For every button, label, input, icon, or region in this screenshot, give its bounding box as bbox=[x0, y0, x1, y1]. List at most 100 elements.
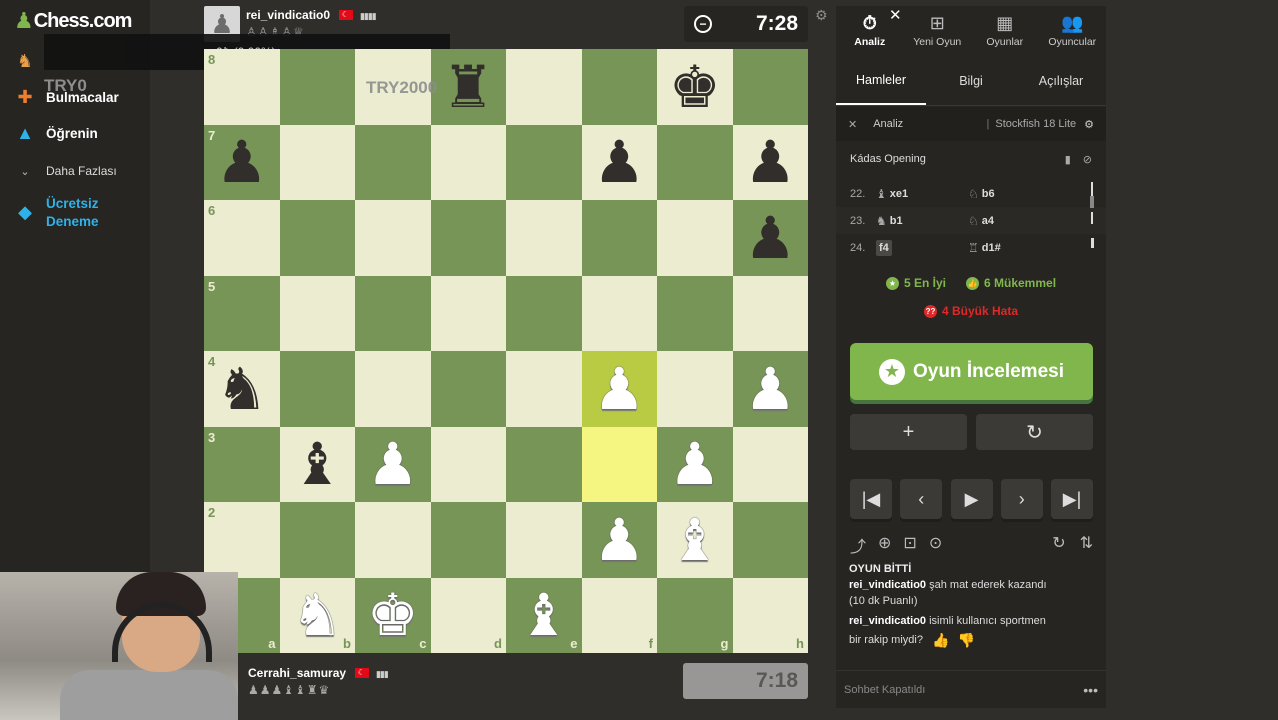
square-c4[interactable] bbox=[355, 351, 431, 427]
square-c1[interactable]: c ♚ bbox=[355, 577, 431, 653]
sidebar-item-more[interactable]: ⌄ Daha Fazlası bbox=[14, 160, 116, 182]
square-f4[interactable]: ♟ bbox=[581, 351, 657, 427]
black-move[interactable]: ♖ d1# bbox=[968, 241, 1060, 255]
black-rook-piece[interactable]: ♜ bbox=[442, 58, 494, 116]
black-bishop-piece[interactable]: ♝ bbox=[291, 435, 343, 493]
square-g1[interactable]: g bbox=[657, 577, 733, 653]
asked-player-name[interactable]: rei_vindicatio0 bbox=[849, 615, 926, 627]
zoom-icon[interactable]: ⊙ bbox=[929, 533, 942, 557]
square-d1[interactable]: d bbox=[430, 577, 506, 653]
square-c3[interactable]: ♟ bbox=[355, 426, 431, 502]
tab-moves[interactable]: Hamleler bbox=[836, 56, 926, 105]
square-f1[interactable]: f bbox=[581, 577, 657, 653]
square-e5[interactable] bbox=[506, 275, 582, 351]
square-a4[interactable]: 4 ♞ bbox=[204, 351, 280, 427]
square-e3[interactable] bbox=[506, 426, 582, 502]
square-e2[interactable] bbox=[506, 502, 582, 578]
square-e1[interactable]: e ♝ bbox=[506, 577, 582, 653]
winner-name[interactable]: rei_vindicatio0 bbox=[849, 579, 926, 591]
chess-board[interactable]: 8♜♚7♟♟♟6♟54♞♟♟3♝♟♟2♟♝1ab♞c♚de♝fgh bbox=[204, 49, 808, 653]
square-d5[interactable] bbox=[430, 275, 506, 351]
flip-board-icon[interactable]: ⇅ bbox=[1080, 533, 1093, 557]
game-review-button[interactable]: ★ Oyun İncelemesi bbox=[850, 343, 1093, 400]
square-a6[interactable]: 6 bbox=[204, 200, 280, 276]
white-pawn-piece[interactable]: ♟ bbox=[593, 511, 645, 569]
square-b2[interactable] bbox=[279, 502, 355, 578]
square-h3[interactable] bbox=[732, 426, 808, 502]
tab-games[interactable]: ▦ Oyunlar bbox=[971, 6, 1039, 56]
white-bishop-piece[interactable]: ♝ bbox=[669, 511, 721, 569]
white-pawn-piece[interactable]: ♟ bbox=[593, 360, 645, 418]
square-h1[interactable]: h bbox=[732, 577, 808, 653]
square-d7[interactable] bbox=[430, 124, 506, 200]
square-b1[interactable]: b ♞ bbox=[279, 577, 355, 653]
square-e7[interactable] bbox=[506, 124, 582, 200]
close-icon[interactable]: ✕ bbox=[889, 6, 902, 24]
white-bishop-piece[interactable]: ♝ bbox=[518, 586, 570, 644]
square-g8[interactable]: ♚ bbox=[657, 49, 733, 125]
thumbs-up-icon[interactable]: 👍 bbox=[932, 630, 949, 650]
black-move[interactable]: ♘ b6 bbox=[968, 187, 1060, 201]
square-h4[interactable]: ♟ bbox=[732, 351, 808, 427]
move-list-scrollbar[interactable] bbox=[1090, 182, 1094, 254]
previous-move-button[interactable]: ‹ bbox=[900, 479, 943, 519]
square-f6[interactable] bbox=[581, 200, 657, 276]
square-a8[interactable]: 8 bbox=[204, 49, 280, 125]
square-d2[interactable] bbox=[430, 502, 506, 578]
last-move-button[interactable]: ▶| bbox=[1051, 479, 1093, 519]
play-button[interactable]: ▶ bbox=[950, 479, 993, 519]
engine-name[interactable]: Stockfish 18 Lite bbox=[995, 118, 1076, 130]
square-h7[interactable]: ♟ bbox=[732, 124, 808, 200]
add-variation-button[interactable]: + bbox=[850, 414, 967, 450]
black-pawn-piece[interactable]: ♟ bbox=[593, 133, 645, 191]
tab-players[interactable]: 👥 Oyuncular bbox=[1039, 6, 1107, 56]
white-pawn-piece[interactable]: ♟ bbox=[744, 360, 796, 418]
engine-close-icon[interactable]: ✕ bbox=[848, 118, 857, 131]
retry-button[interactable]: ↻ bbox=[976, 414, 1093, 450]
board-settings-gear-icon[interactable]: ⚙ bbox=[815, 7, 828, 24]
explore-icon[interactable]: ⊘ bbox=[1083, 153, 1092, 166]
square-f7[interactable]: ♟ bbox=[581, 124, 657, 200]
screenshot-icon[interactable]: ⊡ bbox=[903, 533, 916, 557]
square-c5[interactable] bbox=[355, 275, 431, 351]
square-g7[interactable] bbox=[657, 124, 733, 200]
tab-new-game[interactable]: ⊞ Yeni Oyun bbox=[904, 6, 972, 56]
square-h6[interactable]: ♟ bbox=[732, 200, 808, 276]
square-b7[interactable] bbox=[279, 124, 355, 200]
square-f8[interactable] bbox=[581, 49, 657, 125]
square-c2[interactable] bbox=[355, 502, 431, 578]
square-f5[interactable] bbox=[581, 275, 657, 351]
more-options-icon[interactable]: ••• bbox=[1083, 682, 1098, 698]
first-move-button[interactable]: |◀ bbox=[850, 479, 892, 519]
square-b4[interactable] bbox=[279, 351, 355, 427]
square-a2[interactable]: 2 bbox=[204, 502, 280, 578]
square-g5[interactable] bbox=[657, 275, 733, 351]
square-g6[interactable] bbox=[657, 200, 733, 276]
white-king-piece[interactable]: ♚ bbox=[367, 586, 419, 644]
square-d6[interactable] bbox=[430, 200, 506, 276]
black-pawn-piece[interactable]: ♟ bbox=[216, 133, 268, 191]
white-pawn-piece[interactable]: ♟ bbox=[669, 435, 721, 493]
square-c6[interactable] bbox=[355, 200, 431, 276]
square-f2[interactable]: ♟ bbox=[581, 502, 657, 578]
white-knight-piece[interactable]: ♞ bbox=[291, 586, 343, 644]
square-c7[interactable] bbox=[355, 124, 431, 200]
tab-openings[interactable]: Açılışlar bbox=[1016, 56, 1106, 105]
square-h8[interactable] bbox=[732, 49, 808, 125]
square-g3[interactable]: ♟ bbox=[657, 426, 733, 502]
white-move[interactable]: ♞ b1 bbox=[876, 214, 968, 228]
square-b6[interactable] bbox=[279, 200, 355, 276]
square-d8[interactable]: ♜ bbox=[430, 49, 506, 125]
square-b5[interactable] bbox=[279, 275, 355, 351]
square-g2[interactable]: ♝ bbox=[657, 502, 733, 578]
black-knight-piece[interactable]: ♞ bbox=[216, 360, 268, 418]
share-icon[interactable]: ⤴ bbox=[850, 533, 866, 557]
square-b8[interactable] bbox=[279, 49, 355, 125]
square-h5[interactable] bbox=[732, 275, 808, 351]
engine-gear-icon[interactable]: ⚙ bbox=[1084, 118, 1094, 131]
black-pawn-piece[interactable]: ♟ bbox=[744, 209, 796, 267]
tab-info[interactable]: Bilgi bbox=[926, 56, 1016, 105]
player-name[interactable]: Cerrahi_samuray bbox=[248, 666, 346, 680]
square-a3[interactable]: 3 bbox=[204, 426, 280, 502]
refresh-icon[interactable]: ↻ bbox=[1052, 533, 1065, 557]
